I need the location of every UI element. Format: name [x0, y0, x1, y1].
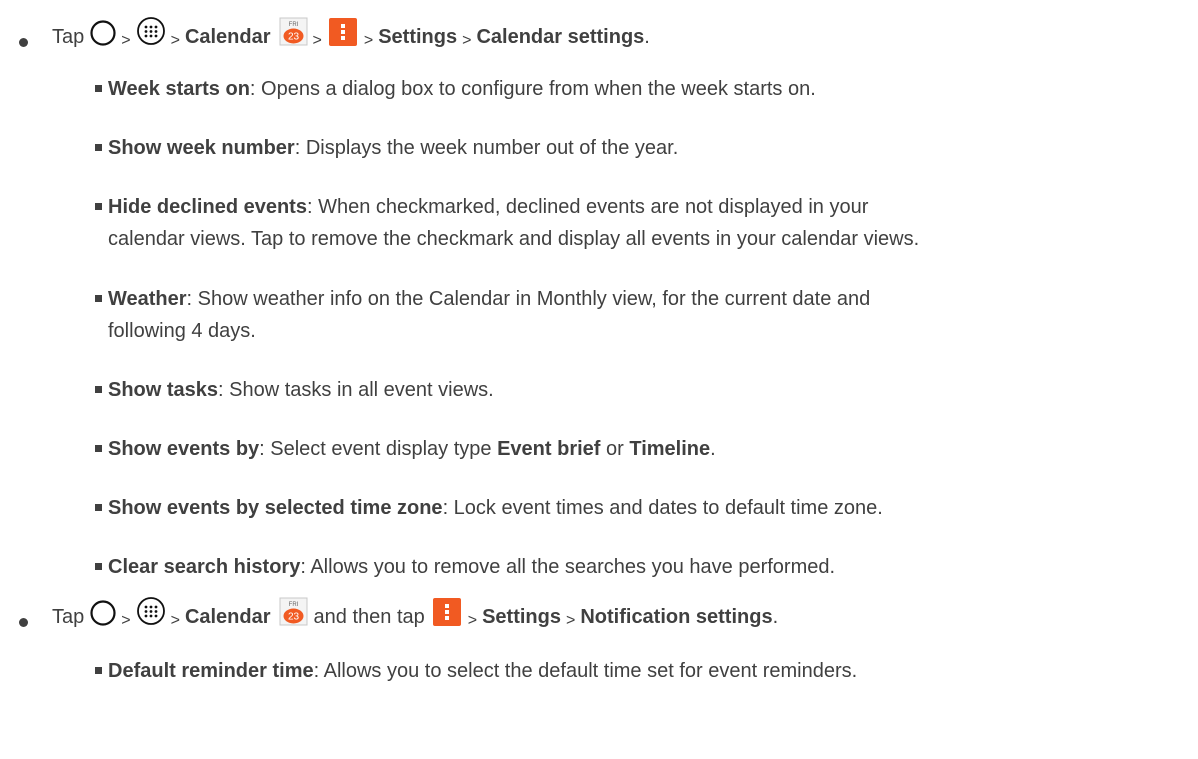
period: .: [710, 438, 716, 460]
document-page: Tap > > Calendar FRI 23 > > Settings > C…: [0, 0, 1198, 759]
calendar-icon-day: FRI: [288, 602, 298, 608]
tap-word: Tap: [52, 605, 85, 628]
tap-word: Tap: [52, 25, 85, 48]
separator: >: [170, 612, 180, 629]
setting-term: Show events by selected time zone: [108, 497, 443, 519]
setting-term: Clear search history: [108, 556, 301, 578]
square-bullet: [95, 144, 102, 151]
square-bullet: [95, 85, 102, 92]
square-bullet: [95, 445, 102, 452]
calendar-icon-date: 23: [287, 31, 299, 42]
apps-grid-icon: [136, 597, 165, 625]
overflow-menu-icon: [328, 18, 357, 46]
setting-term: Default reminder time: [108, 660, 314, 682]
setting-item-default-reminder-time: Default reminder time: Allows you to sel…: [95, 655, 1188, 687]
overflow-menu-icon: [432, 598, 461, 626]
setting-desc: : Select event display type: [259, 438, 498, 460]
setting-item-hide-declined-events: Hide declined events: When checkmarked, …: [95, 191, 1188, 255]
setting-term: Show week number: [108, 137, 295, 159]
setting-term: Weather: [108, 288, 187, 310]
square-bullet: [95, 386, 102, 393]
home-circle-icon: [90, 600, 116, 626]
setting-desc-cont: following 4 days.: [108, 320, 256, 342]
setting-item-show-events-by-time-zone: Show events by selected time zone: Lock …: [95, 492, 1188, 524]
settings-label: Settings: [482, 605, 561, 628]
bullet: [19, 618, 28, 627]
setting-desc: : Allows you to select the default time …: [313, 660, 858, 682]
setting-item-weather: Weather: Show weather info on the Calend…: [95, 283, 1188, 347]
setting-desc: : Lock event times and dates to default …: [442, 497, 883, 519]
setting-desc-cont: calendar views. Tap to remove the checkm…: [108, 228, 920, 250]
calendar-settings-label: Calendar settings: [476, 25, 645, 48]
settings-label: Settings: [378, 25, 458, 48]
setting-item-show-week-number: Show week number: Displays the week numb…: [95, 132, 1188, 164]
separator: >: [566, 612, 576, 629]
and-then-tap: and then tap: [313, 605, 425, 628]
calendar-app-icon: FRI 23: [279, 597, 308, 625]
step-1-text: Tap > > Calendar FRI 23 > > Settings > C…: [52, 17, 650, 52]
separator: >: [121, 612, 131, 629]
setting-desc: : Opens a dialog box to configure from w…: [249, 78, 816, 100]
apps-grid-icon: [136, 17, 165, 45]
setting-term: Week starts on: [108, 78, 250, 100]
square-bullet: [95, 203, 102, 210]
option-event-brief: Event brief: [497, 438, 601, 460]
separator: >: [462, 32, 472, 49]
separator: >: [363, 32, 374, 49]
notification-settings-label: Notification settings: [580, 605, 773, 628]
setting-term: Show events by: [108, 438, 260, 460]
period: .: [644, 25, 650, 48]
setting-desc: : When checkmarked, declined events are …: [306, 196, 869, 218]
square-bullet: [95, 563, 102, 570]
setting-desc: : Show tasks in all event views.: [218, 379, 494, 401]
home-circle-icon: [90, 20, 116, 46]
separator: >: [121, 32, 131, 49]
calendar-icon-date: 23: [287, 611, 299, 622]
separator: >: [467, 612, 478, 629]
square-bullet: [95, 295, 102, 302]
calendar-label: Calendar: [184, 25, 271, 48]
calendar-app-icon: FRI 23: [279, 17, 308, 45]
or-word: or: [600, 438, 630, 460]
separator: >: [170, 32, 180, 49]
square-bullet: [95, 667, 102, 674]
bullet: [19, 38, 28, 47]
option-timeline: Timeline: [629, 438, 711, 460]
separator: >: [312, 32, 322, 49]
step-2-text: Tap > > Calendar FRI 23 and then tap > S…: [52, 597, 779, 632]
setting-item-show-events-by: Show events by: Select event display typ…: [95, 433, 1188, 465]
setting-desc: : Show weather info on the Calendar in M…: [186, 288, 871, 310]
setting-term: Hide declined events: [108, 196, 307, 218]
setting-item-clear-search-history: Clear search history: Allows you to remo…: [95, 551, 1188, 583]
setting-desc: : Displays the week number out of the ye…: [294, 137, 679, 159]
setting-item-week-starts-on: Week starts on: Opens a dialog box to co…: [95, 73, 1188, 105]
period: .: [772, 605, 779, 628]
square-bullet: [95, 504, 102, 511]
calendar-icon-day: FRI: [288, 22, 298, 28]
setting-desc: : Allows you to remove all the searches …: [300, 556, 836, 578]
setting-term: Show tasks: [108, 379, 219, 401]
calendar-label: Calendar: [184, 605, 271, 628]
setting-item-show-tasks: Show tasks: Show tasks in all event view…: [95, 374, 1188, 406]
